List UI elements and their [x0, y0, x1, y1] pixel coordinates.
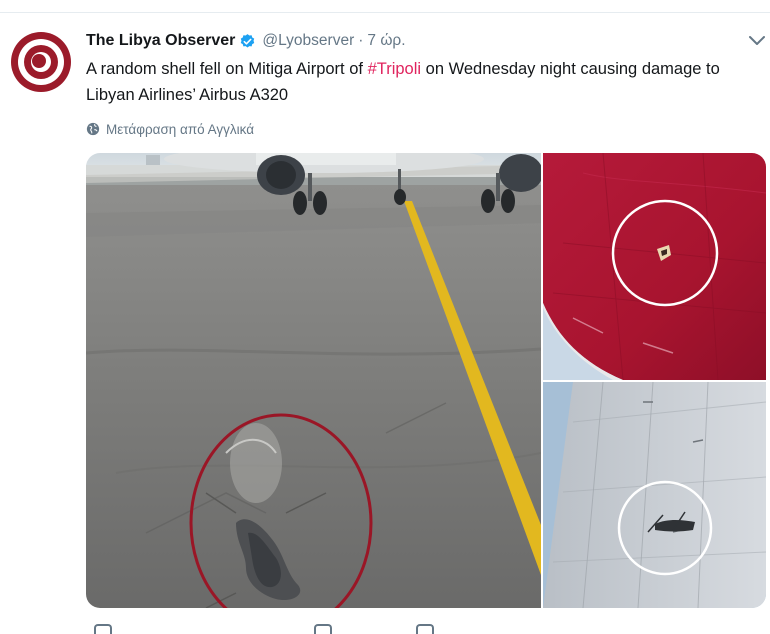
- separator-dot: ·: [358, 32, 364, 49]
- fuselage-hole-image: [543, 153, 766, 380]
- translate-tweet-link[interactable]: Μετάφραση από Αγγλικά: [86, 120, 254, 138]
- tweet-actions: [86, 620, 626, 634]
- like-icon[interactable]: [416, 624, 434, 634]
- chevron-down-icon[interactable]: [748, 34, 766, 48]
- tweet-text: A random shell fell on Mitiga Airport of…: [86, 56, 746, 108]
- hashtag-link[interactable]: #Tripoli: [368, 60, 422, 78]
- author-name[interactable]: The Libya Observer: [86, 32, 235, 50]
- libya-observer-logo: [11, 32, 71, 92]
- globe-icon: [86, 122, 100, 136]
- runway-crater-image: [86, 153, 541, 608]
- photo-fuselage-hole[interactable]: [543, 153, 766, 380]
- tweet-timestamp[interactable]: 7 ώρ.: [367, 32, 405, 50]
- tweet-header: The Libya Observer @Lyobserver · 7 ώρ.: [86, 30, 406, 52]
- retweet-icon[interactable]: [314, 624, 332, 634]
- media-grid: [86, 153, 766, 608]
- photo-runway-crater[interactable]: [86, 153, 541, 608]
- author-handle[interactable]: @Lyobserver: [262, 32, 354, 50]
- translate-label: Μετάφραση από Αγγλικά: [106, 121, 255, 137]
- verified-badge-icon: [241, 33, 255, 48]
- reply-icon[interactable]: [94, 624, 112, 634]
- photo-wing-damage[interactable]: [543, 382, 766, 608]
- wing-damage-image: [543, 382, 766, 608]
- tweet-text-start: A random shell fell on Mitiga Airport of: [86, 60, 368, 78]
- avatar[interactable]: [10, 31, 72, 93]
- top-divider: [0, 12, 770, 13]
